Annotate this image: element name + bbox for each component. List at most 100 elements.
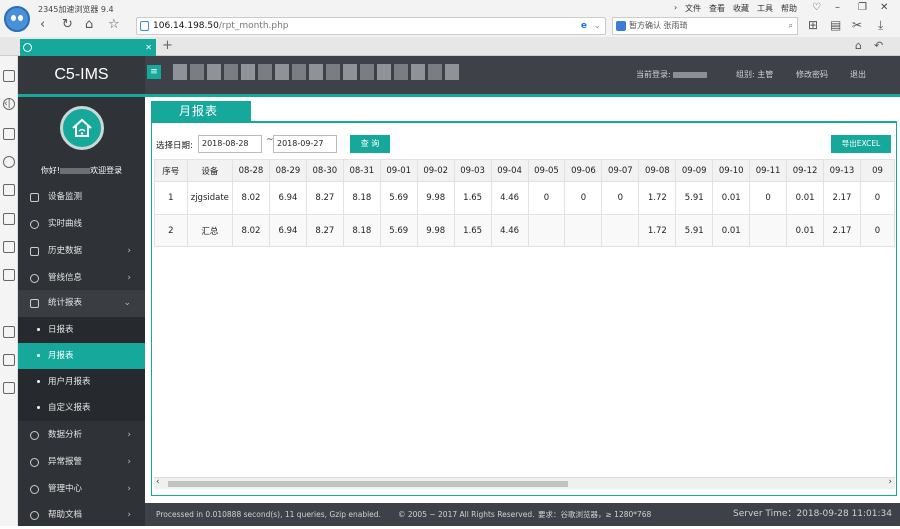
refresh-icon[interactable]: ↻ xyxy=(62,17,73,32)
table-cell: 8.18 xyxy=(342,214,381,247)
sidebar-item-pipeline-info[interactable]: 管线信息 › xyxy=(18,265,145,292)
date-label: 选择日期: xyxy=(156,141,193,151)
sub-item-label: 用户月报表 xyxy=(48,377,91,387)
close-window-icon[interactable]: ✕ xyxy=(880,2,888,13)
table-cell: 9.98 xyxy=(416,181,455,215)
scrollbar-thumb[interactable] xyxy=(168,481,568,487)
table-cell: 1.65 xyxy=(453,181,492,215)
sidebar-item-statistics-report[interactable]: 统计报表 ⌄ xyxy=(18,290,145,317)
news-rail-icon[interactable] xyxy=(3,128,15,140)
sub-item-monthly-report[interactable]: 月报表 xyxy=(18,343,145,369)
footer-requirement: 要求：谷歌浏览器，≥ 1280*768 xyxy=(538,510,652,519)
menu-tools[interactable]: 工具 xyxy=(757,3,773,14)
user-group: 组别: 主管 xyxy=(736,70,774,79)
note-rail-icon[interactable] xyxy=(3,382,15,394)
address-bar[interactable]: 106.14.198.50/rpt_month.php e ⌄ xyxy=(136,17,606,35)
home-icon[interactable]: ⌂ xyxy=(85,17,93,32)
brand-logo[interactable]: C5-IMS xyxy=(18,56,145,94)
table-header-cell: 09-06 xyxy=(564,159,603,182)
report-table-wrapper[interactable]: 序号 设备 08-28 08-29 08-30 08-31 09-01 09-02 09-03 0… xyxy=(154,159,895,249)
menu-view[interactable]: 查看 xyxy=(709,3,725,14)
game-rail-icon[interactable] xyxy=(3,213,15,225)
scissors-icon[interactable]: ✂ xyxy=(852,18,862,32)
sidebar-item-realtime-curve[interactable]: 实时曲线 xyxy=(18,211,145,238)
table-cell: 1.65 xyxy=(453,214,492,247)
table-header-cell: 08-30 xyxy=(305,159,344,182)
menu-toggle-icon[interactable]: ≡ xyxy=(147,65,161,79)
analysis-icon xyxy=(30,431,39,440)
layers-icon xyxy=(30,193,39,202)
sidebar-item-history-data[interactable]: 历史数据 › xyxy=(18,238,145,265)
new-tab-icon[interactable]: + xyxy=(162,38,173,53)
sub-item-daily-report[interactable]: 日报表 xyxy=(18,317,145,343)
minimize-icon[interactable]: – xyxy=(835,2,840,13)
back-icon[interactable]: ‹ xyxy=(40,17,45,32)
table-header-cell: 09-02 xyxy=(416,159,455,182)
logout-link[interactable]: 退出 xyxy=(850,56,866,94)
table-cell: 8.18 xyxy=(342,181,381,215)
download-icon[interactable]: ⤓ xyxy=(878,18,883,33)
search-icon[interactable]: ⌕ xyxy=(789,18,793,34)
maximize-icon[interactable]: ❐ xyxy=(858,2,867,13)
menu-help[interactable]: 帮助 xyxy=(781,3,797,14)
favorites-rail-icon[interactable] xyxy=(3,70,15,82)
close-tab-icon[interactable]: ✕ xyxy=(145,39,152,56)
sidebar-item-data-analysis[interactable]: 数据分析 › xyxy=(18,422,145,449)
search-input[interactable]: 暂方确认 张雨琦 ⌕ xyxy=(612,17,798,35)
list-rail-icon[interactable] xyxy=(3,354,15,366)
query-button[interactable]: 查 询 xyxy=(350,135,390,153)
sidebar-item-help-docs[interactable]: 帮助文档 › xyxy=(18,502,145,529)
favorite-star-icon[interactable]: ☆ xyxy=(108,17,120,32)
footer-copyright: © 2005 ~ 2017 All Rights Reserved. xyxy=(398,510,535,519)
reader-icon[interactable]: ▤ xyxy=(830,18,841,32)
table-header-cell: 09-03 xyxy=(453,159,492,182)
page-title: 月报表 xyxy=(151,101,251,122)
table-cell: 5.91 xyxy=(675,214,714,247)
ie-engine-icon[interactable]: e xyxy=(581,18,587,34)
tab-favicon-icon xyxy=(23,43,32,52)
apps-grid-icon[interactable]: ⊞ xyxy=(808,18,818,32)
table-header-cell: 序号 xyxy=(154,159,188,182)
chevron-right-icon: › xyxy=(127,510,131,520)
sidebar-item-label: 历史数据 xyxy=(48,246,83,256)
table-cell: 8.02 xyxy=(232,181,270,215)
sidebar-item-label: 帮助文档 xyxy=(48,510,83,520)
chat-rail-icon[interactable] xyxy=(3,156,15,168)
skin-icon[interactable]: ♡ xyxy=(812,2,821,13)
address-host: 106.14.198.50 xyxy=(153,21,219,31)
tab-active[interactable]: ✕ xyxy=(20,39,156,56)
table-header-row: 序号 设备 08-28 08-29 08-30 08-31 09-01 09-02 09-03 0… xyxy=(154,159,895,182)
scroll-right-icon[interactable]: › xyxy=(888,477,892,487)
menu-arrow-icon[interactable]: › xyxy=(674,3,677,12)
shop-rail-icon[interactable] xyxy=(3,184,15,196)
sidebar-item-management[interactable]: 管理中心 › xyxy=(18,476,145,503)
sub-item-custom-report[interactable]: 自定义报表 xyxy=(18,395,145,421)
table-header-cell: 09 xyxy=(859,159,895,182)
avatar xyxy=(60,106,104,150)
sidebar-item-device-monitor[interactable]: 设备监测 xyxy=(18,184,145,211)
date-from-input[interactable]: 2018-08-28 xyxy=(198,135,262,153)
history-rail-icon[interactable] xyxy=(3,98,15,110)
table-row: 2 汇总 8.02 6.94 8.27 8.18 5.69 9.98 1.65 4.46 1.72 5… xyxy=(154,214,895,247)
tab-list-icon[interactable]: ⌂ xyxy=(855,39,862,52)
screen-rail-icon[interactable] xyxy=(3,269,15,281)
horizontal-scrollbar[interactable]: ‹ › xyxy=(154,477,895,489)
tab-bar: ✕ + ⌂ ↶ xyxy=(0,37,900,56)
table-cell: 0.01 xyxy=(712,181,751,215)
report-panel: 选择日期: 2018-08-28 ~ 2018-09-27 查 询 导出EXCE… xyxy=(151,121,897,496)
chevron-down-icon[interactable]: ⌄ xyxy=(593,18,601,34)
export-excel-button[interactable]: 导出EXCEL xyxy=(831,135,891,153)
chevron-right-icon: › xyxy=(127,246,131,256)
change-password-link[interactable]: 修改密码 xyxy=(796,56,828,94)
sidebar-item-alarm[interactable]: 异常报警 › xyxy=(18,449,145,476)
date-to-input[interactable]: 2018-09-27 xyxy=(273,135,337,153)
table-cell: 4.46 xyxy=(490,214,529,247)
doc-rail-icon[interactable] xyxy=(3,326,15,338)
calendar-rail-icon[interactable] xyxy=(3,241,15,253)
menu-favorites[interactable]: 收藏 xyxy=(733,3,749,14)
scroll-left-icon[interactable]: ‹ xyxy=(156,477,160,487)
menu-file[interactable]: 文件 xyxy=(685,3,701,14)
sub-item-user-monthly-report[interactable]: 用户月报表 xyxy=(18,369,145,395)
current-login: 当前登录: xyxy=(636,56,708,94)
undo-icon[interactable]: ↶ xyxy=(874,39,883,52)
